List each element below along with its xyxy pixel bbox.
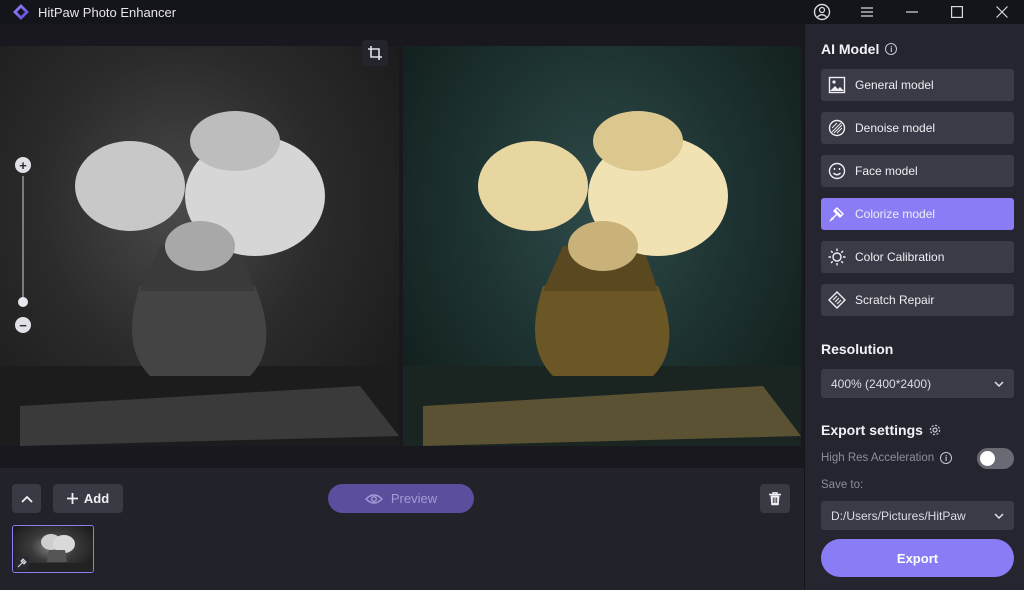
- zoom-out-button[interactable]: −: [15, 317, 31, 333]
- face-model-button[interactable]: Face model: [821, 155, 1014, 187]
- zoom-slider-track[interactable]: [22, 176, 24, 304]
- plus-icon: [66, 493, 78, 504]
- colorize-model-button[interactable]: Colorize model: [821, 198, 1014, 230]
- preview-label: Preview: [390, 491, 438, 506]
- title-bar: HitPaw Photo Enhancer: [0, 0, 1024, 24]
- minimize-icon[interactable]: [889, 0, 934, 24]
- high-res-toggle[interactable]: [977, 448, 1014, 469]
- settings-panel: AI Model i General model Denoise model F…: [804, 24, 1024, 590]
- high-res-label: High Res Acceleration: [821, 452, 935, 464]
- preview-canvas: + −: [0, 24, 804, 468]
- trash-icon: [769, 491, 781, 505]
- ai-model-title: AI Model: [821, 41, 880, 57]
- crop-button[interactable]: [362, 40, 388, 66]
- colorize-badge-icon: [15, 556, 29, 570]
- eye-icon: [364, 493, 383, 504]
- denoise-model-label: Denoise model: [855, 121, 936, 135]
- zoom-slider-thumb[interactable]: [18, 297, 28, 307]
- chevron-down-icon: [994, 380, 1004, 387]
- resolution-value: 400% (2400*2400): [831, 376, 932, 391]
- ai-model-section-title: AI Model i: [821, 41, 898, 57]
- crop-icon: [368, 46, 382, 60]
- preview-button[interactable]: Preview: [328, 484, 474, 513]
- export-button[interactable]: Export: [821, 539, 1014, 577]
- denoise-model-button[interactable]: Denoise model: [821, 112, 1014, 144]
- resolution-section-title: Resolution: [821, 341, 893, 357]
- gear-icon[interactable]: [929, 424, 941, 436]
- general-model-button[interactable]: General model: [821, 69, 1014, 101]
- scratch-icon: [827, 290, 847, 310]
- app-title: HitPaw Photo Enhancer: [38, 4, 177, 20]
- image-icon: [827, 75, 847, 95]
- face-icon: [827, 161, 847, 181]
- sun-icon: [827, 247, 847, 267]
- colorized-image: [403, 46, 801, 446]
- export-settings-title: Export settings: [821, 422, 923, 438]
- scratch-repair-button[interactable]: Scratch Repair: [821, 284, 1014, 316]
- save-path-select[interactable]: D:/Users/Pictures/HitPaw: [821, 501, 1014, 530]
- color-calibration-button[interactable]: Color Calibration: [821, 241, 1014, 273]
- zoom-in-button[interactable]: +: [15, 157, 31, 173]
- window-controls: [799, 0, 1024, 24]
- account-icon[interactable]: [799, 0, 844, 24]
- info-icon[interactable]: i: [885, 43, 898, 55]
- chevron-down-icon: [994, 512, 1004, 519]
- denoise-icon: [827, 118, 847, 138]
- menu-icon[interactable]: [844, 0, 889, 24]
- info-icon[interactable]: i: [940, 452, 953, 464]
- general-model-label: General model: [855, 78, 934, 92]
- scratch-repair-label: Scratch Repair: [855, 293, 935, 307]
- toggle-knob: [980, 451, 995, 466]
- colorize-model-label: Colorize model: [855, 207, 936, 221]
- add-button[interactable]: Add: [53, 484, 123, 513]
- high-res-row: High Res Acceleration i: [821, 452, 953, 464]
- image-thumbnail[interactable]: [12, 525, 94, 573]
- hitpaw-logo-icon: [12, 3, 30, 21]
- face-model-label: Face model: [855, 164, 918, 178]
- save-path-value: D:/Users/Pictures/HitPaw: [831, 508, 966, 523]
- bottom-bar: Add Preview: [0, 468, 804, 590]
- chevron-up-icon: [20, 495, 33, 503]
- color-calibration-label: Color Calibration: [855, 250, 945, 264]
- maximize-icon[interactable]: [934, 0, 979, 24]
- collapse-button[interactable]: [12, 484, 41, 513]
- close-icon[interactable]: [979, 0, 1024, 24]
- colorize-icon: [827, 204, 847, 224]
- save-to-label: Save to:: [821, 479, 864, 491]
- resolution-select[interactable]: 400% (2400*2400): [821, 369, 1014, 398]
- delete-button[interactable]: [760, 484, 790, 513]
- export-settings-section-title: Export settings: [821, 422, 941, 438]
- original-image: [0, 46, 399, 446]
- add-label: Add: [83, 491, 110, 506]
- resolution-title: Resolution: [821, 341, 894, 357]
